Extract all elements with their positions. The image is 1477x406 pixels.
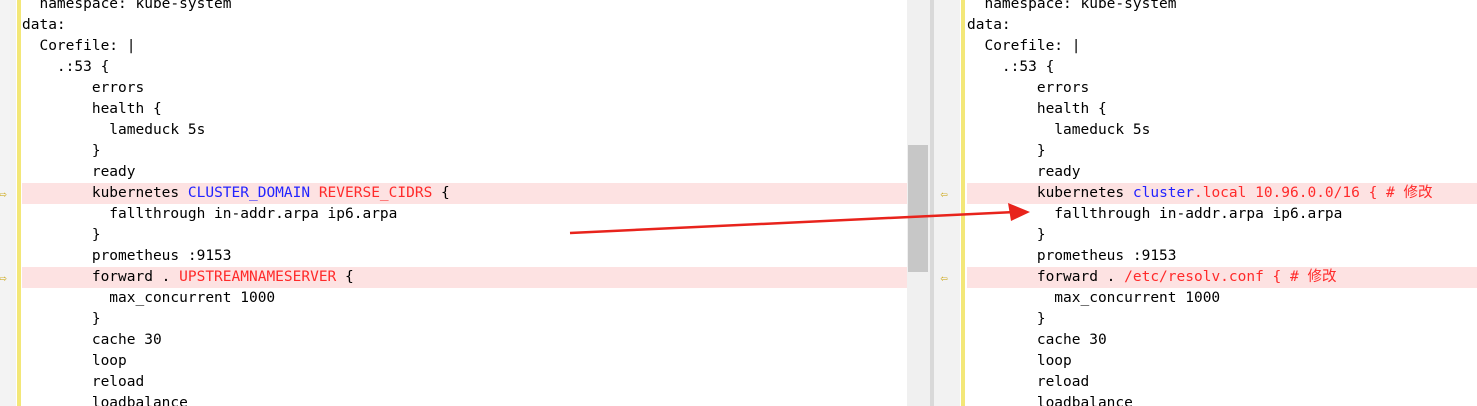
annotation-arrow	[569, 203, 1030, 235]
